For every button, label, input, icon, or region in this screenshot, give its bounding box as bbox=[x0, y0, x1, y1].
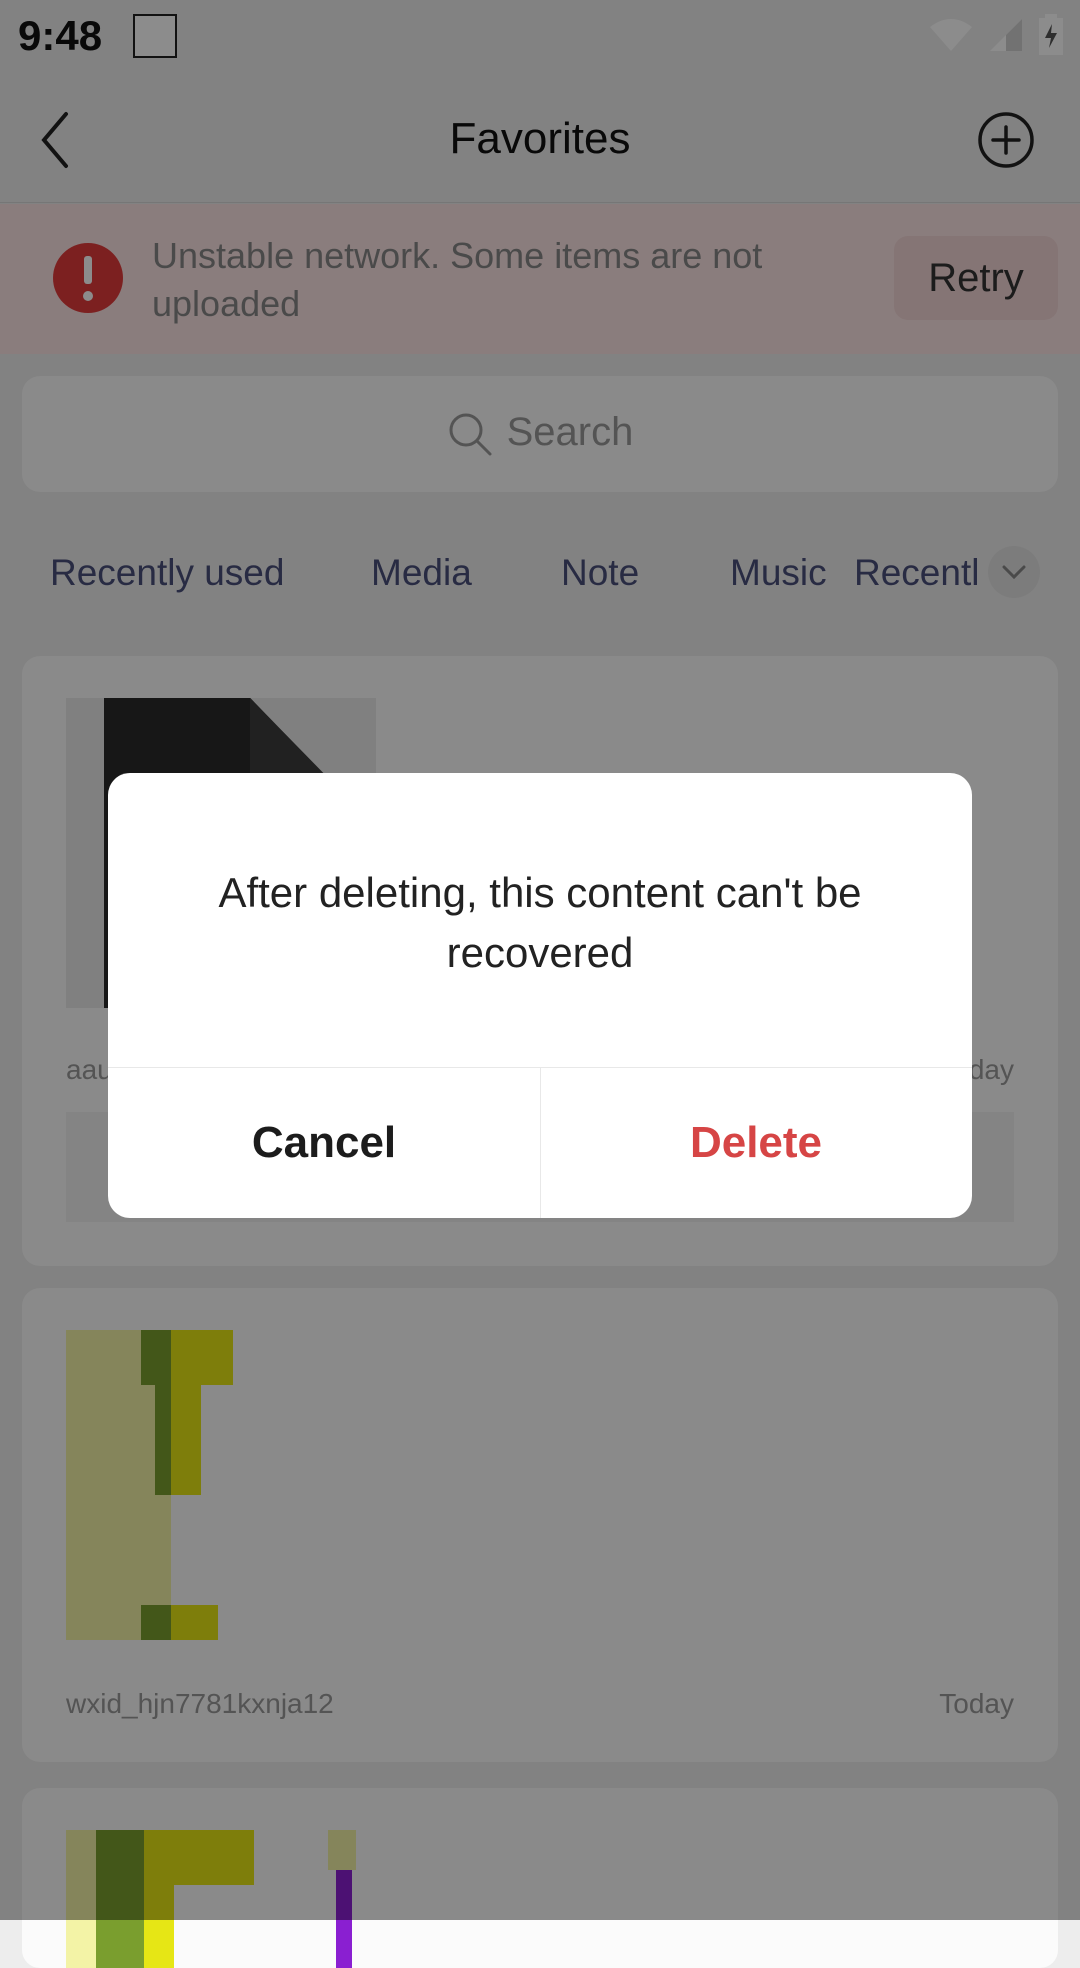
delete-confirm-dialog: After deleting, this content can't be re… bbox=[108, 773, 972, 1218]
delete-button[interactable]: Delete bbox=[540, 1068, 972, 1218]
cancel-button[interactable]: Cancel bbox=[108, 1068, 540, 1218]
dialog-message: After deleting, this content can't be re… bbox=[218, 869, 862, 976]
